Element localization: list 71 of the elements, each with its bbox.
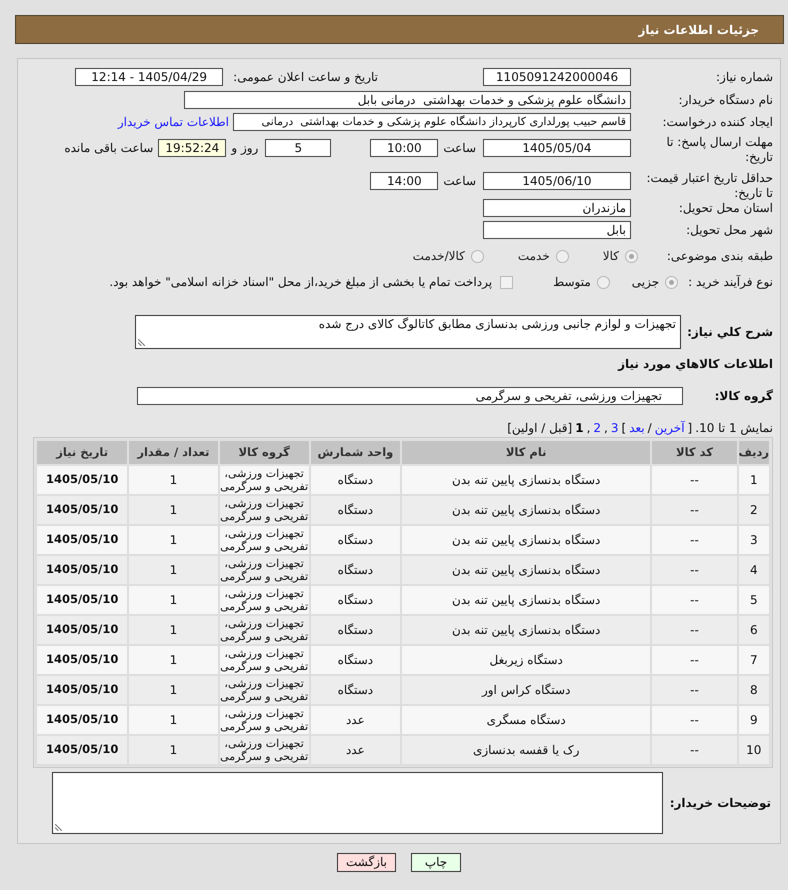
- field-label: ساعت باقی مانده: [64, 141, 154, 156]
- province-field[interactable]: مازندران: [483, 199, 631, 217]
- field-label: روز و: [231, 141, 258, 156]
- contact-link[interactable]: اطلاعات تماس خریدار: [118, 113, 229, 131]
- field-label: ایجاد کننده درخواست:: [661, 114, 773, 130]
- pagination-text: نمایش 1 تا 10.: [695, 420, 773, 437]
- field-label: استان محل تحویل:: [678, 200, 773, 216]
- resize-grip-icon[interactable]: [55, 824, 62, 831]
- column-header: تاریخ نیاز: [36, 440, 128, 465]
- column-header: واحد شمارش: [310, 440, 401, 465]
- field-label: شرح کلي نیاز:: [686, 324, 773, 341]
- pagination-text: /: [648, 420, 652, 437]
- option-label: کالا/خدمت: [412, 248, 465, 265]
- validity-date-field[interactable]: 1405/06/10: [483, 172, 631, 190]
- field-label: گروه کالا:: [714, 388, 773, 405]
- option-label: خدمت: [518, 248, 550, 265]
- column-header: تعداد / مقدار: [128, 440, 219, 465]
- column-header: کد کالا: [651, 440, 738, 465]
- column-header: نام کالا: [400, 440, 652, 465]
- requester-field[interactable]: قاسم حبیب پورلداری کارپرداز دانشگاه علوم پزشکی و خدمات بهداشتی درمانی: [233, 113, 631, 131]
- table-cell: رک یا قفسه بدنسازی: [400, 735, 652, 765]
- pagination-link[interactable]: آخرین: [654, 419, 685, 437]
- remaining-time-field[interactable]: 19:52:24: [158, 139, 226, 157]
- pagination-link[interactable]: بعد: [629, 419, 645, 437]
- days-field[interactable]: 5: [265, 139, 332, 157]
- resize-grip-icon[interactable]: [138, 339, 145, 346]
- pagination-text: ,: [604, 420, 608, 437]
- deadline-date-field[interactable]: 1405/05/04: [483, 139, 631, 157]
- goods-group-field[interactable]: تجهیزات ورزشی، تفریحی و سرگرمی: [137, 387, 683, 405]
- table-cell: 1: [128, 735, 219, 765]
- page-link[interactable]: 1: [575, 419, 584, 437]
- deadline-time-field[interactable]: 10:00: [370, 139, 438, 157]
- city-field[interactable]: بابل: [483, 221, 631, 239]
- pagination-text: ]: [622, 420, 626, 437]
- option-label: جزیی: [632, 274, 660, 291]
- column-header: گروه کالا: [218, 440, 310, 465]
- buyer-org-field[interactable]: دانشگاه علوم پزشکی و خدمات بهداشتی درمانی بابل: [184, 91, 631, 109]
- field-label: شهر محل تحویل:: [685, 222, 773, 238]
- validity-time-field[interactable]: 14:00: [370, 172, 438, 190]
- field-label: نوع فرآیند خرید :: [688, 274, 773, 290]
- pagination-text: ,: [586, 420, 590, 437]
- need-number-field[interactable]: 1105091242000046: [483, 68, 631, 86]
- field-label: حداقل تاریخ اعتبار قیمت: تا تاریخ:: [645, 170, 773, 201]
- header-title: جزئیات اطلاعات نیاز: [638, 22, 759, 38]
- description-field[interactable]: تجهیزات و لوازم جانبی ورزشی بدنسازی مطابق کاتالوگ کالای درج شده: [135, 315, 681, 349]
- option-label: متوسط: [553, 274, 591, 291]
- field-label: شماره نیاز:: [715, 70, 773, 84]
- table-cell: تجهیزات ورزشی، تفریحی و سرگرمی: [218, 735, 310, 765]
- section-heading: اطلاعات کالاهاي مورد نیاز: [618, 356, 773, 373]
- pagination-text: [قبل / اولین]: [507, 420, 572, 437]
- back-button[interactable]: بازگشت: [337, 853, 396, 872]
- field-label: طبقه بندی موضوعی:: [666, 248, 773, 264]
- field-label: مهلت ارسال پاسخ: تا تاریخ:: [665, 134, 773, 165]
- table-cell: عدد: [310, 735, 401, 765]
- table-cell: --: [651, 735, 738, 765]
- table-cell: 1405/05/10: [36, 735, 128, 765]
- option-label: کالا: [602, 248, 619, 265]
- field-label: تاریخ و ساعت اعلان عمومی:: [233, 70, 378, 84]
- page-link[interactable]: 2: [593, 419, 602, 437]
- field-label: ساعت: [443, 141, 476, 156]
- column-header: ردیف: [738, 440, 770, 465]
- field-label: ساعت: [443, 174, 476, 189]
- field-label: توضیحات خریدار:: [668, 795, 772, 812]
- option-label: پرداخت تمام یا بخشی از مبلغ خرید،از محل "اسناد خزانه اسلامی" خواهد بود.: [109, 274, 492, 291]
- pagination-text: [: [688, 420, 692, 437]
- buyer-notes-field[interactable]: [52, 772, 663, 834]
- announce-date-field[interactable]: 1405/04/29 - 12:14: [75, 68, 224, 86]
- field-label: نام دستگاه خریدار:: [678, 92, 773, 108]
- table-cell: 10: [738, 735, 770, 765]
- page-link[interactable]: 3: [610, 419, 619, 437]
- print-button[interactable]: چاپ: [411, 853, 461, 872]
